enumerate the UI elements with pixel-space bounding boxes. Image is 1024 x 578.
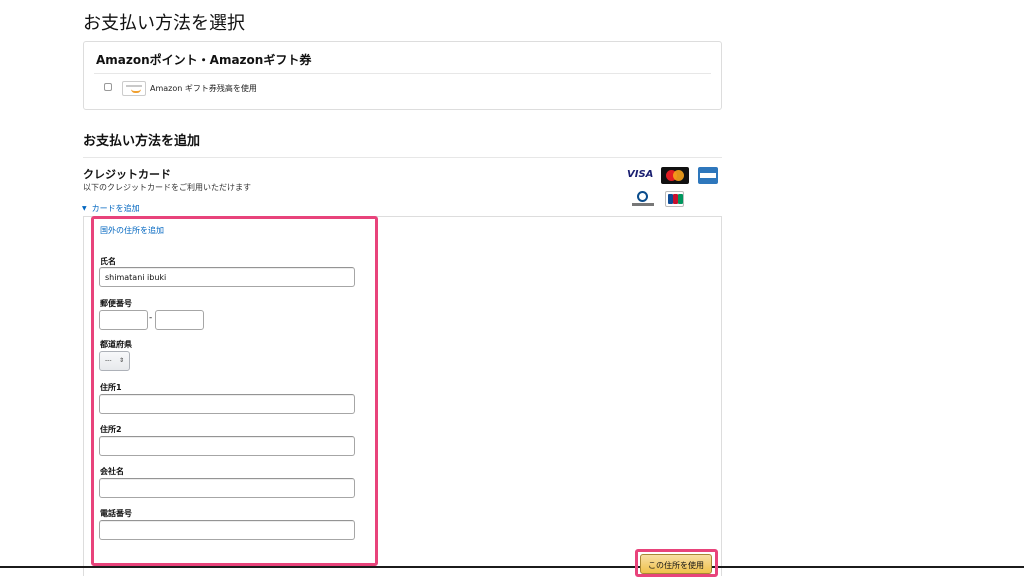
gift-balance-checkbox[interactable]: [104, 83, 112, 91]
amex-logo-icon: [698, 167, 718, 184]
card-logos: VISA: [627, 167, 722, 212]
prefecture-select[interactable]: --- ⇕: [99, 351, 130, 371]
jcb-logo-icon: [665, 191, 684, 207]
visa-logo-icon: VISA: [627, 169, 654, 180]
mastercard-logo-icon: [661, 167, 689, 184]
intl-address-link[interactable]: 国外の住所を追加: [100, 225, 164, 236]
add-payment-divider: [83, 157, 722, 158]
prefecture-value: ---: [105, 357, 112, 364]
page-title: お支払い方法を選択: [83, 13, 245, 34]
name-input[interactable]: [99, 267, 355, 287]
gift-card-icon: [122, 81, 146, 96]
address1-label: 住所1: [100, 383, 122, 392]
gift-divider: [94, 73, 711, 74]
add-card-label: カードを追加: [91, 204, 140, 213]
phone-label: 電話番号: [100, 509, 132, 518]
select-arrows-icon: ⇕: [118, 357, 124, 364]
company-input[interactable]: [99, 478, 355, 498]
gift-section-title: Amazonポイント・Amazonギフト券: [96, 53, 312, 67]
postal-code-second-input[interactable]: [155, 310, 204, 330]
address2-input[interactable]: [99, 436, 355, 456]
add-payment-title: お支払い方法を追加: [83, 134, 201, 149]
name-label: 氏名: [100, 257, 116, 266]
diners-logo-icon: [632, 191, 654, 208]
gift-balance-label: Amazon ギフト券残高を使用: [150, 84, 257, 93]
use-address-button[interactable]: この住所を使用: [640, 554, 712, 574]
prefecture-label: 都道府県: [100, 340, 132, 349]
triangle-down-icon: ▼: [82, 205, 87, 212]
company-label: 会社名: [100, 467, 124, 476]
postal-code-separator: -: [149, 313, 153, 323]
phone-input[interactable]: [99, 520, 355, 540]
address1-input[interactable]: [99, 394, 355, 414]
gift-card-section: Amazonポイント・Amazonギフト券 Amazon ギフト券残高を使用: [83, 41, 722, 110]
credit-card-subtitle: 以下のクレジットカードをご利用いただけます: [83, 183, 251, 192]
postal-code-label: 郵便番号: [100, 299, 132, 308]
add-card-link[interactable]: ▼ カードを追加: [82, 203, 140, 214]
address2-label: 住所2: [100, 425, 122, 434]
credit-card-title: クレジットカード: [83, 168, 171, 181]
postal-code-first-input[interactable]: [99, 310, 148, 330]
bottom-rule: [0, 566, 1024, 578]
